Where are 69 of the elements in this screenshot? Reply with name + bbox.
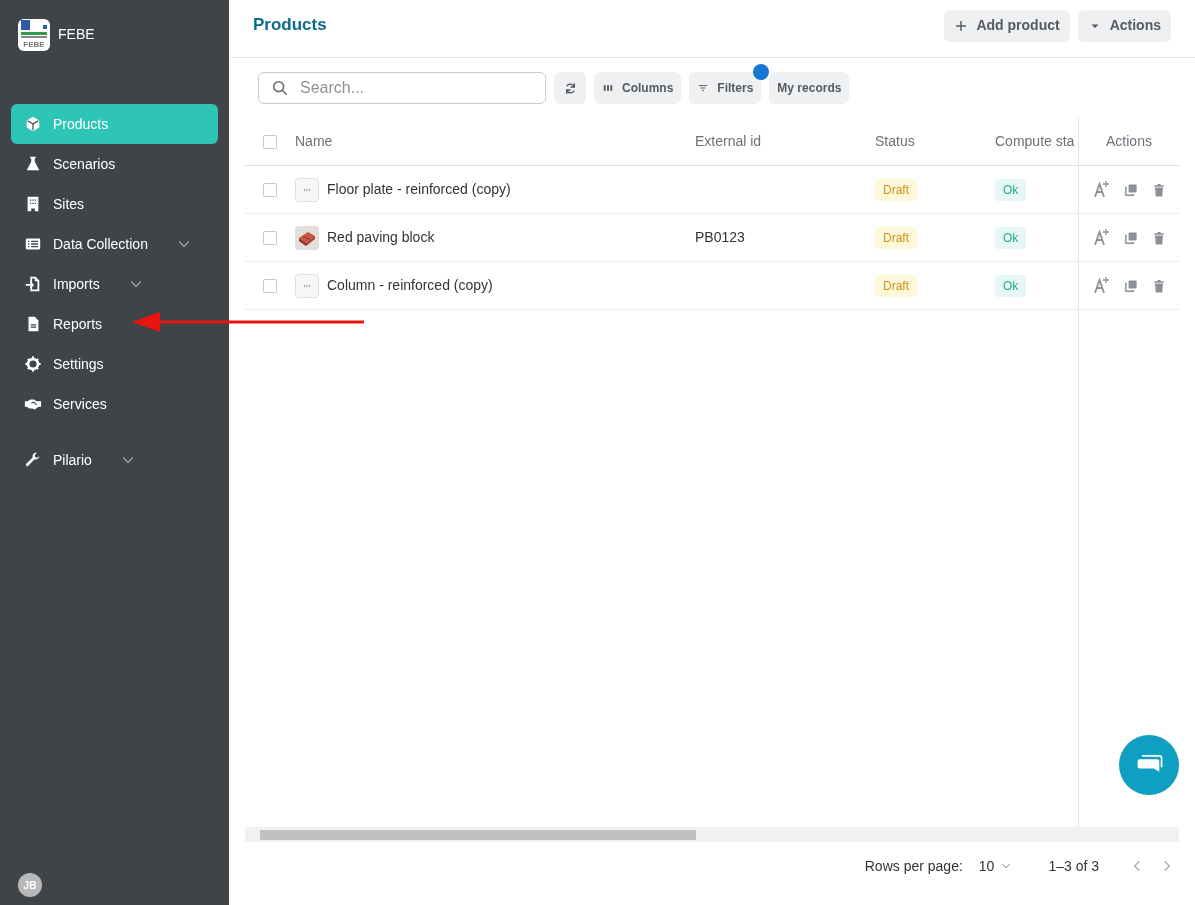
nav-item[interactable]: Reports	[11, 304, 218, 344]
pagination-range: 1–3 of 3	[1048, 856, 1099, 876]
import-icon	[24, 275, 42, 293]
copy-icon	[1123, 181, 1139, 198]
trash-icon	[1151, 181, 1167, 198]
cube-icon	[24, 115, 42, 133]
add-user-button[interactable]	[1091, 179, 1111, 200]
plus-icon	[954, 18, 969, 33]
nav-item[interactable]: Settings	[11, 344, 218, 384]
trash-icon	[1151, 229, 1167, 246]
add-user-button[interactable]	[1091, 227, 1111, 248]
columns-icon	[602, 82, 614, 94]
letter-plus-icon	[1091, 179, 1111, 200]
search-field[interactable]: Search...	[258, 72, 546, 104]
copy-icon	[1123, 229, 1139, 246]
column-header[interactable]: Compute sta	[995, 131, 1078, 152]
add-user-button[interactable]	[1091, 275, 1111, 296]
filter-icon	[697, 82, 710, 94]
trash-icon	[1151, 277, 1167, 294]
copy-icon	[1123, 277, 1139, 294]
compute-status-badge: Ok	[995, 179, 1027, 201]
rows-per-page-label: Rows per page:	[864, 856, 963, 876]
nav-item[interactable]: Imports	[11, 264, 218, 304]
checkbox[interactable]	[263, 230, 277, 245]
toolbar-button[interactable]: Columns	[594, 72, 682, 104]
toolbar-button[interactable]: My records	[769, 72, 850, 104]
letter-plus-icon	[1091, 227, 1111, 248]
header-button[interactable]: Actions	[1077, 9, 1171, 42]
status-badge: Draft	[875, 275, 917, 297]
table-cell-text: Column - reinforced (copy)	[327, 276, 493, 295]
refresh-button[interactable]	[554, 72, 586, 104]
nav-item[interactable]: Sites	[11, 184, 218, 224]
column-header[interactable]: External id	[695, 131, 875, 152]
checkbox[interactable]	[263, 182, 277, 197]
wrench-icon	[24, 451, 42, 469]
header-button[interactable]: Add product	[944, 9, 1070, 42]
search-icon	[271, 79, 289, 97]
delete-button[interactable]	[1151, 277, 1167, 294]
duplicate-button[interactable]	[1123, 181, 1139, 198]
rows-per-page-select[interactable]: 10	[978, 855, 1013, 877]
column-header[interactable]: Status	[875, 131, 995, 152]
logo-text: FEBE	[23, 40, 45, 49]
settings-icon	[24, 355, 42, 373]
page-title: Products	[253, 13, 328, 36]
status-badge: Draft	[875, 179, 917, 201]
delete-button[interactable]	[1151, 181, 1167, 198]
toolbar-button[interactable]: Filters	[689, 72, 762, 104]
delete-button[interactable]	[1151, 229, 1167, 246]
table-cell: PB0123	[695, 229, 745, 245]
compute-status-badge: Ok	[995, 227, 1027, 249]
table-cell-text: Floor plate - reinforced (copy)	[327, 180, 511, 199]
nav-item[interactable]: Data Collection	[11, 224, 218, 264]
nav-item[interactable]: Pilario	[11, 440, 218, 480]
nav-item[interactable]: Scenarios	[11, 144, 218, 184]
letter-plus-icon	[1091, 275, 1111, 296]
nav-item[interactable]: Services	[11, 384, 218, 424]
status-badge: Draft	[875, 227, 917, 249]
checkbox[interactable]	[263, 134, 277, 149]
logo-icon	[19, 18, 49, 41]
horizontal-scrollbar[interactable]	[245, 827, 1179, 842]
flask-icon	[24, 155, 42, 173]
brand-name: FEBE	[58, 25, 95, 44]
duplicate-button[interactable]	[1123, 229, 1139, 246]
compute-status-badge: Ok	[995, 275, 1027, 297]
duplicate-button[interactable]	[1123, 277, 1139, 294]
table-cell-text: Red paving block	[327, 228, 435, 247]
column-header[interactable]: Name	[295, 131, 695, 152]
checkbox[interactable]	[263, 278, 277, 293]
column-header[interactable]: Actions	[1078, 118, 1179, 165]
